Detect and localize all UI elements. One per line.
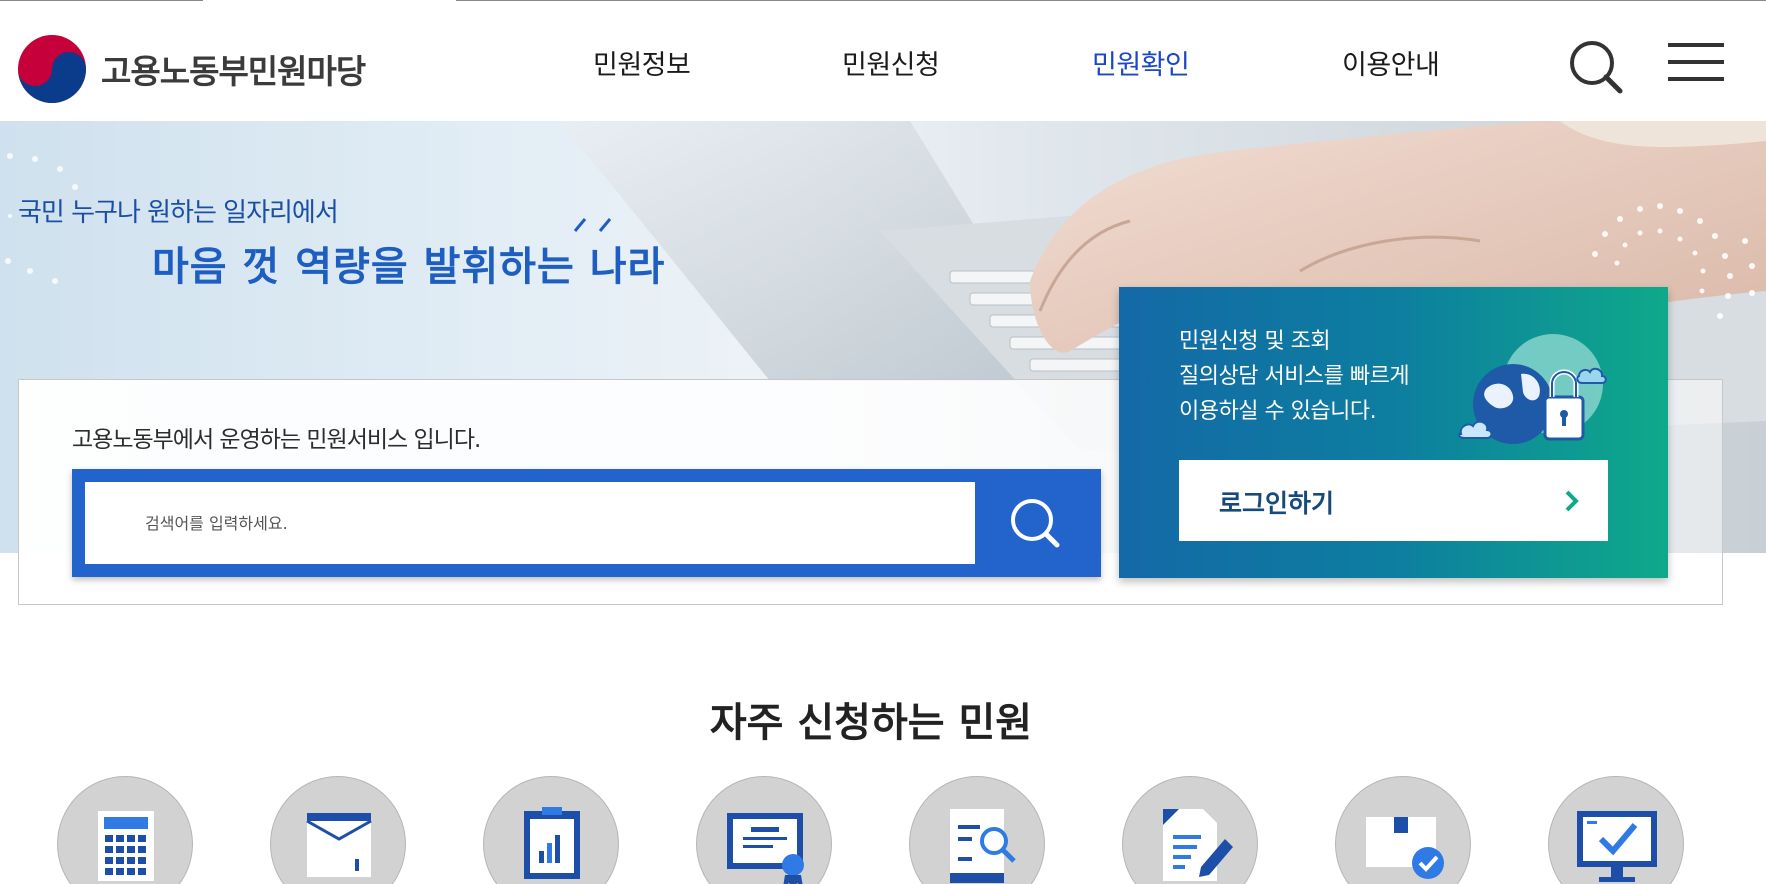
site-logo[interactable]: 고용노동부민원마당 — [17, 34, 366, 104]
hamburger-menu-icon[interactable] — [1668, 43, 1724, 83]
login-button[interactable]: 로그인하기 — [1179, 460, 1608, 541]
frequent-item-certificate[interactable] — [696, 776, 832, 884]
login-description: 민원신청 및 조회 질의상담 서비스를 빠르게 이용하실 수 있습니다. — [1179, 324, 1410, 429]
frequent-item-document-search[interactable] — [909, 776, 1045, 884]
login-description-line: 질의상담 서비스를 빠르게 — [1179, 364, 1410, 389]
login-button-label: 로그인하기 — [1219, 489, 1335, 518]
login-panel: 민원신청 및 조회 질의상담 서비스를 빠르게 이용하실 수 있습니다. 로그인… — [1119, 287, 1668, 578]
taegeuk-logo-icon — [17, 34, 87, 104]
logo-text: 고용노동부민원마당 — [101, 52, 366, 91]
search-button[interactable] — [990, 487, 1080, 559]
frequent-item-envelope[interactable] — [270, 776, 406, 884]
search-icon — [1011, 499, 1060, 548]
site-header: 고용노동부민원마당 민원정보 민원신청 민원확인 이용안내 — [0, 1, 1766, 121]
nav-item-complaint-check[interactable]: 민원확인 — [1092, 43, 1190, 82]
envelope-icon — [306, 813, 372, 877]
nav-item-complaint-info[interactable]: 민원정보 — [593, 43, 691, 82]
search-input[interactable] — [85, 482, 975, 564]
calculator-icon — [98, 811, 154, 881]
document-edit-icon — [1163, 809, 1233, 881]
search-icon[interactable] — [1568, 39, 1624, 95]
hero-subtitle: 국민 누구나 원하는 일자리에서 — [18, 198, 339, 228]
frequent-item-calculator[interactable] — [57, 776, 193, 884]
nav-item-complaint-apply[interactable]: 민원신청 — [842, 43, 940, 82]
bar-chart-document-icon — [524, 807, 580, 879]
monitor-check-icon — [1577, 811, 1657, 882]
frequent-item-monitor-check[interactable] — [1548, 776, 1684, 884]
certificate-icon — [727, 813, 804, 884]
package-check-icon — [1366, 817, 1444, 879]
document-search-icon — [950, 809, 1016, 883]
frequent-section-title: 자주 신청하는 민원 — [709, 700, 1033, 746]
frequent-item-report[interactable] — [483, 776, 619, 884]
chevron-right-icon — [1565, 490, 1579, 512]
globe-lock-icon — [1457, 334, 1607, 444]
frequent-item-package-check[interactable] — [1335, 776, 1471, 884]
frequent-item-document-edit[interactable] — [1122, 776, 1258, 884]
hero-title: 마음 껏 역량을 발휘하는 나라 — [152, 244, 666, 290]
login-description-line: 이용하실 수 있습니다. — [1179, 399, 1377, 424]
search-description: 고용노동부에서 운영하는 민원서비스 입니다. — [72, 427, 481, 453]
nav-item-usage-guide[interactable]: 이용안내 — [1342, 43, 1440, 82]
search-box — [72, 469, 1101, 577]
login-description-line: 민원신청 및 조회 — [1179, 329, 1331, 354]
